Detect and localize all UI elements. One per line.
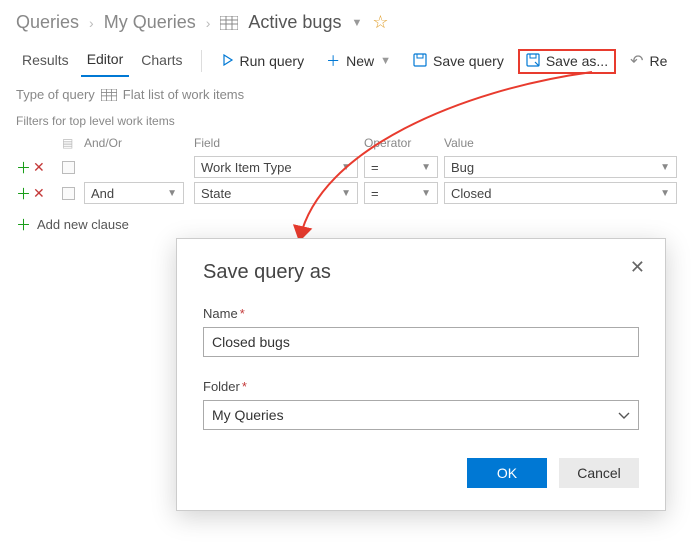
chevron-down-icon: ▼	[660, 188, 670, 199]
header-andor: And/Or	[84, 136, 194, 150]
ok-button[interactable]: OK	[467, 458, 547, 488]
list-icon[interactable]	[101, 89, 117, 101]
toolbar: Results Editor Charts Run query ＋ New ▼ …	[0, 41, 699, 77]
name-label: Name*	[203, 306, 639, 321]
close-icon[interactable]: ✕	[630, 257, 645, 278]
run-query-button[interactable]: Run query	[214, 49, 313, 73]
chevron-down-icon: ▼	[421, 162, 431, 173]
save-as-button[interactable]: Save as...	[518, 49, 616, 74]
filter-row: ＋ ✕ Work Item Type ▼ = ▼ Bug ▼	[16, 154, 683, 180]
save-query-button[interactable]: Save query	[405, 49, 512, 74]
andor-value: And	[91, 186, 114, 201]
run-query-label: Run query	[240, 53, 305, 69]
name-input[interactable]	[203, 327, 639, 357]
add-clause-icon[interactable]: ＋	[16, 157, 31, 178]
chevron-down-icon: ▼	[341, 188, 351, 199]
operator-select[interactable]: = ▼	[364, 182, 438, 204]
tab-results[interactable]: Results	[16, 46, 75, 76]
save-as-icon	[526, 53, 540, 70]
folder-select[interactable]: My Queries	[203, 400, 639, 430]
header-value: Value	[444, 136, 683, 150]
filters-header-row: ▤ And/Or Field Operator Value	[16, 132, 683, 154]
save-as-label: Save as...	[546, 53, 608, 69]
required-asterisk: *	[242, 379, 247, 394]
query-type-label: Type of query	[16, 87, 95, 102]
remove-clause-icon[interactable]: ✕	[33, 159, 45, 176]
operator-value: =	[371, 186, 379, 201]
field-select[interactable]: State ▼	[194, 182, 358, 204]
chevron-down-icon[interactable]: ▼	[351, 17, 362, 29]
breadcrumb-separator: ›	[206, 15, 211, 31]
value-select[interactable]: Bug ▼	[444, 156, 677, 178]
new-button[interactable]: ＋ New ▼	[318, 47, 399, 75]
undo-icon: ↶	[630, 51, 643, 71]
add-clause-label: Add new clause	[37, 217, 129, 232]
required-asterisk: *	[240, 306, 245, 321]
save-query-as-dialog: Save query as ✕ Name* Folder* My Queries…	[176, 238, 666, 511]
chevron-down-icon: ▼	[167, 188, 177, 199]
operator-value: =	[371, 160, 379, 175]
breadcrumb: Queries › My Queries › Active bugs ▼ ☆	[0, 0, 699, 41]
header-field: Field	[194, 136, 364, 150]
breadcrumb-root[interactable]: Queries	[16, 12, 79, 33]
star-icon[interactable]: ☆	[372, 12, 388, 33]
filter-row: ＋ ✕ And ▼ State ▼ = ▼ Closed ▼	[16, 180, 683, 206]
filters-grid: ▤ And/Or Field Operator Value ＋ ✕ Work I…	[0, 132, 699, 206]
plus-icon: ＋	[16, 214, 31, 235]
chevron-down-icon: ▼	[421, 188, 431, 199]
operator-select[interactable]: = ▼	[364, 156, 438, 178]
value-text: Bug	[451, 160, 474, 175]
chevron-down-icon: ▼	[380, 55, 391, 67]
tab-charts[interactable]: Charts	[135, 46, 188, 76]
chevron-down-icon: ▼	[341, 162, 351, 173]
revert-button[interactable]: ↶ Re	[622, 47, 675, 75]
value-select[interactable]: Closed ▼	[444, 182, 677, 204]
query-type-mode: Flat list of work items	[123, 87, 244, 102]
field-select[interactable]: Work Item Type ▼	[194, 156, 358, 178]
dialog-title: Save query as	[203, 261, 639, 284]
list-header-icon: ▤	[62, 136, 73, 150]
revert-label: Re	[650, 53, 668, 69]
dialog-button-row: OK Cancel	[203, 458, 639, 488]
breadcrumb-current[interactable]: Active bugs	[248, 12, 341, 33]
separator	[201, 50, 202, 72]
cancel-button[interactable]: Cancel	[559, 458, 639, 488]
query-type-bar: Type of query Flat list of work items	[0, 77, 699, 108]
add-clause-icon[interactable]: ＋	[16, 183, 31, 204]
folder-value: My Queries	[212, 407, 284, 423]
name-label-text: Name	[203, 306, 238, 321]
play-icon	[222, 53, 234, 69]
field-value: State	[201, 186, 231, 201]
row-checkbox[interactable]	[62, 187, 75, 200]
row-checkbox[interactable]	[62, 161, 75, 174]
folder-label: Folder*	[203, 379, 639, 394]
breadcrumb-separator: ›	[89, 15, 94, 31]
chevron-down-icon	[618, 407, 630, 423]
andor-select[interactable]: And ▼	[84, 182, 184, 204]
filters-title: Filters for top level work items	[0, 108, 699, 132]
save-icon	[413, 53, 427, 70]
field-value: Work Item Type	[201, 160, 292, 175]
breadcrumb-my-queries[interactable]: My Queries	[104, 12, 196, 33]
remove-clause-icon[interactable]: ✕	[33, 185, 45, 202]
chevron-down-icon: ▼	[660, 162, 670, 173]
plus-icon: ＋	[326, 51, 340, 71]
folder-label-text: Folder	[203, 379, 240, 394]
header-operator: Operator	[364, 136, 444, 150]
new-label: New	[346, 53, 374, 69]
value-text: Closed	[451, 186, 491, 201]
save-query-label: Save query	[433, 53, 504, 69]
tab-editor[interactable]: Editor	[81, 45, 130, 77]
list-icon	[220, 16, 238, 30]
